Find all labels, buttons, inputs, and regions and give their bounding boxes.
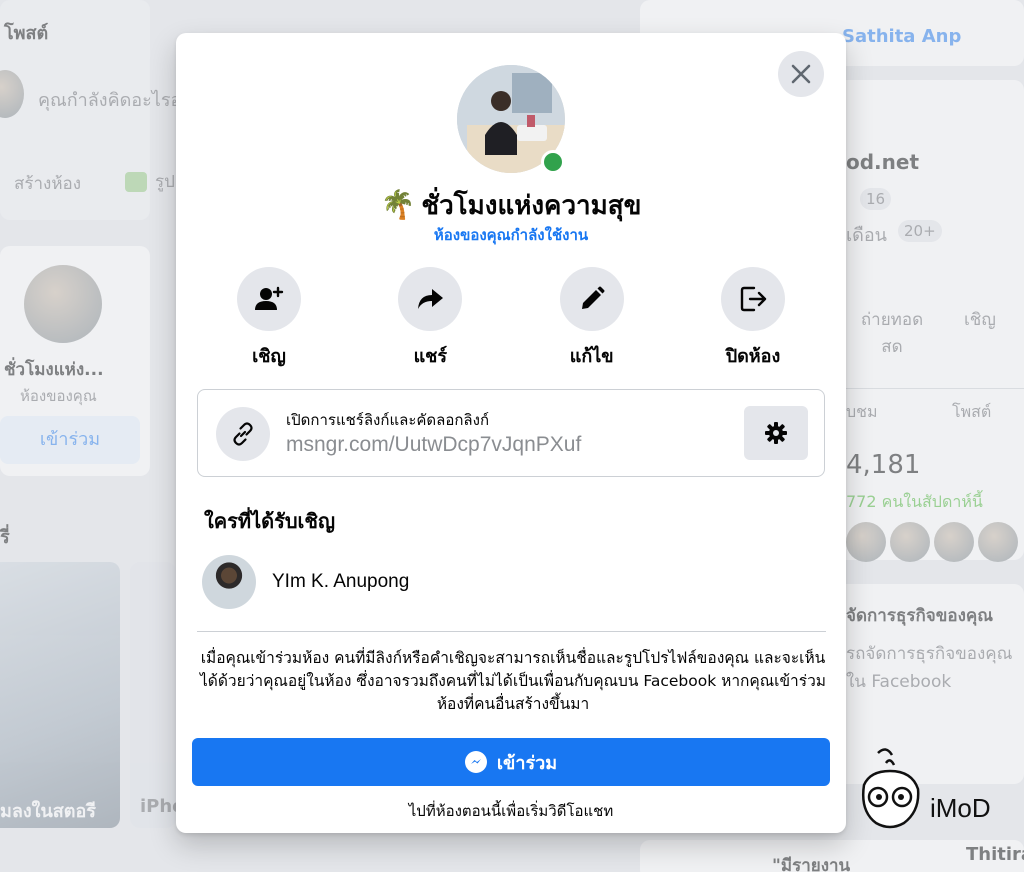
bg-live-label: ถ่ายทอดสด (860, 310, 924, 357)
invite-circle (237, 267, 301, 331)
invitee-avatar (202, 555, 256, 609)
share-label: แชร์ (413, 346, 448, 367)
pencil-icon (581, 286, 605, 309)
bg-fan-avatar (978, 522, 1018, 562)
bg-photo-chip-label: รูป (155, 172, 175, 192)
bg-likes-count: 4,181 (846, 450, 921, 480)
edit-label: แก้ไข (569, 346, 614, 367)
room-title-text: ชั่วโมงแห่งความสุข (421, 191, 642, 221)
online-status-dot (541, 150, 565, 174)
bg-story-1 (0, 562, 120, 828)
link-settings-button[interactable] (744, 406, 808, 460)
bg-right-header: Sathita Anp (842, 26, 962, 47)
bg-promo-title: จัดการธุรกิจของคุณ (846, 606, 994, 626)
imod-logo-icon (862, 748, 920, 829)
bg-room-join: เข้าร่วม (0, 416, 140, 464)
link-icon-wrap (216, 407, 270, 461)
edit-circle (559, 267, 624, 331)
invite-label: เชิญ (252, 346, 286, 367)
bg-bottom-quote: "มีรายงาน (772, 856, 851, 872)
close-button[interactable] (778, 51, 824, 97)
bg-site-name: od.net (846, 150, 920, 174)
edit-button[interactable]: แก้ไข (527, 267, 657, 370)
share-button[interactable]: แชร์ (365, 267, 495, 370)
close-icon (791, 64, 811, 84)
bg-bottom-name: Thitira (966, 844, 1024, 865)
bg-promo-text: รถจัดการธุรกิจของคุณใน Facebook (846, 644, 1013, 692)
bg-fan-avatar (890, 522, 930, 562)
bg-stories-title: รี่ (0, 527, 10, 548)
imod-watermark-text: iMoD (930, 793, 991, 823)
bg-left-title: โพสต์ (4, 23, 49, 44)
bg-create-room: สร้างห้อง (14, 174, 82, 194)
room-actions: เชิญ แชร์ แก้ไข ปิดห้อง (204, 267, 818, 370)
bg-divider (846, 388, 1024, 389)
invite-button[interactable]: เชิญ (204, 267, 334, 370)
exit-icon (740, 286, 767, 312)
bg-composer-placeholder: คุณกำลังคิดอะไรอยู่ (38, 90, 192, 111)
messenger-icon (464, 751, 487, 773)
link-url[interactable]: msngr.com/UutwDcp7vJqnPXuf (286, 433, 581, 457)
bg-room-avatar (24, 265, 102, 343)
end-room-circle (720, 267, 785, 331)
bg-tab-likes: บชม (846, 402, 878, 421)
share-arrow-icon (418, 289, 444, 309)
privacy-notice: เมื่อคุณเข้าร่วมห้อง คนที่มีลิงก์หรือคำเ… (199, 649, 827, 713)
bg-story-2 (130, 562, 176, 828)
room-dialog: 🌴 ชั่วโมงแห่งความสุข ห้องของคุณกำลังใช้งา… (176, 33, 846, 833)
bg-month-label: เดือน (846, 225, 887, 246)
palm-tree-icon: 🌴 (380, 188, 416, 221)
link-label: เปิดการแชร์ลิงก์และคัดลอกลิงก์ (286, 411, 490, 429)
gear-icon (765, 422, 787, 444)
bg-story-caption: มลงในสตอรี (0, 801, 96, 822)
invitee-row[interactable]: YIm K. Anupong (202, 555, 409, 609)
footer-text: ไปที่ห้องตอนนี้เพื่อเริ่มวิดีโอแชท (408, 802, 614, 820)
imod-watermark: iMoD (850, 745, 1020, 835)
bg-room-title: ชั่วโมงแห่ง... (4, 360, 104, 380)
bg-room-sub: ห้องของคุณ (20, 387, 97, 405)
join-label: เข้าร่วม (496, 752, 558, 774)
invitee-name: YIm K. Anupong (272, 571, 410, 592)
link-icon (233, 422, 253, 446)
bg-tab-posts: โพสต์ (952, 402, 992, 421)
bg-count-chip-1: 16 (860, 188, 892, 210)
bg-fan-avatar (846, 522, 886, 562)
add-person-icon (255, 286, 284, 310)
bg-invite-label: เชิญ (964, 310, 996, 330)
messenger-bolt (470, 759, 481, 764)
divider (197, 631, 826, 632)
end-room-label: ปิดห้อง (725, 346, 781, 367)
room-status: ห้องของคุณกำลังใช้งาน (433, 226, 589, 244)
bg-count-chip-2: 20+ (898, 220, 942, 242)
invited-heading: ใครที่ได้รับเชิญ (204, 509, 336, 533)
room-title: 🌴 ชั่วโมงแห่งความสุข (176, 185, 846, 226)
share-circle (398, 267, 463, 331)
bg-likes-week: 772 คนในสัปดาห์นี้ (846, 492, 983, 511)
join-button[interactable]: เข้าร่วม (192, 738, 830, 786)
bg-fan-avatar (934, 522, 974, 562)
bg-photo-chip: รูป (125, 168, 175, 195)
share-link-box: เปิดการแชร์ลิงก์และคัดลอกลิงก์ msngr.com… (197, 389, 825, 477)
end-room-button[interactable]: ปิดห้อง (688, 267, 818, 370)
